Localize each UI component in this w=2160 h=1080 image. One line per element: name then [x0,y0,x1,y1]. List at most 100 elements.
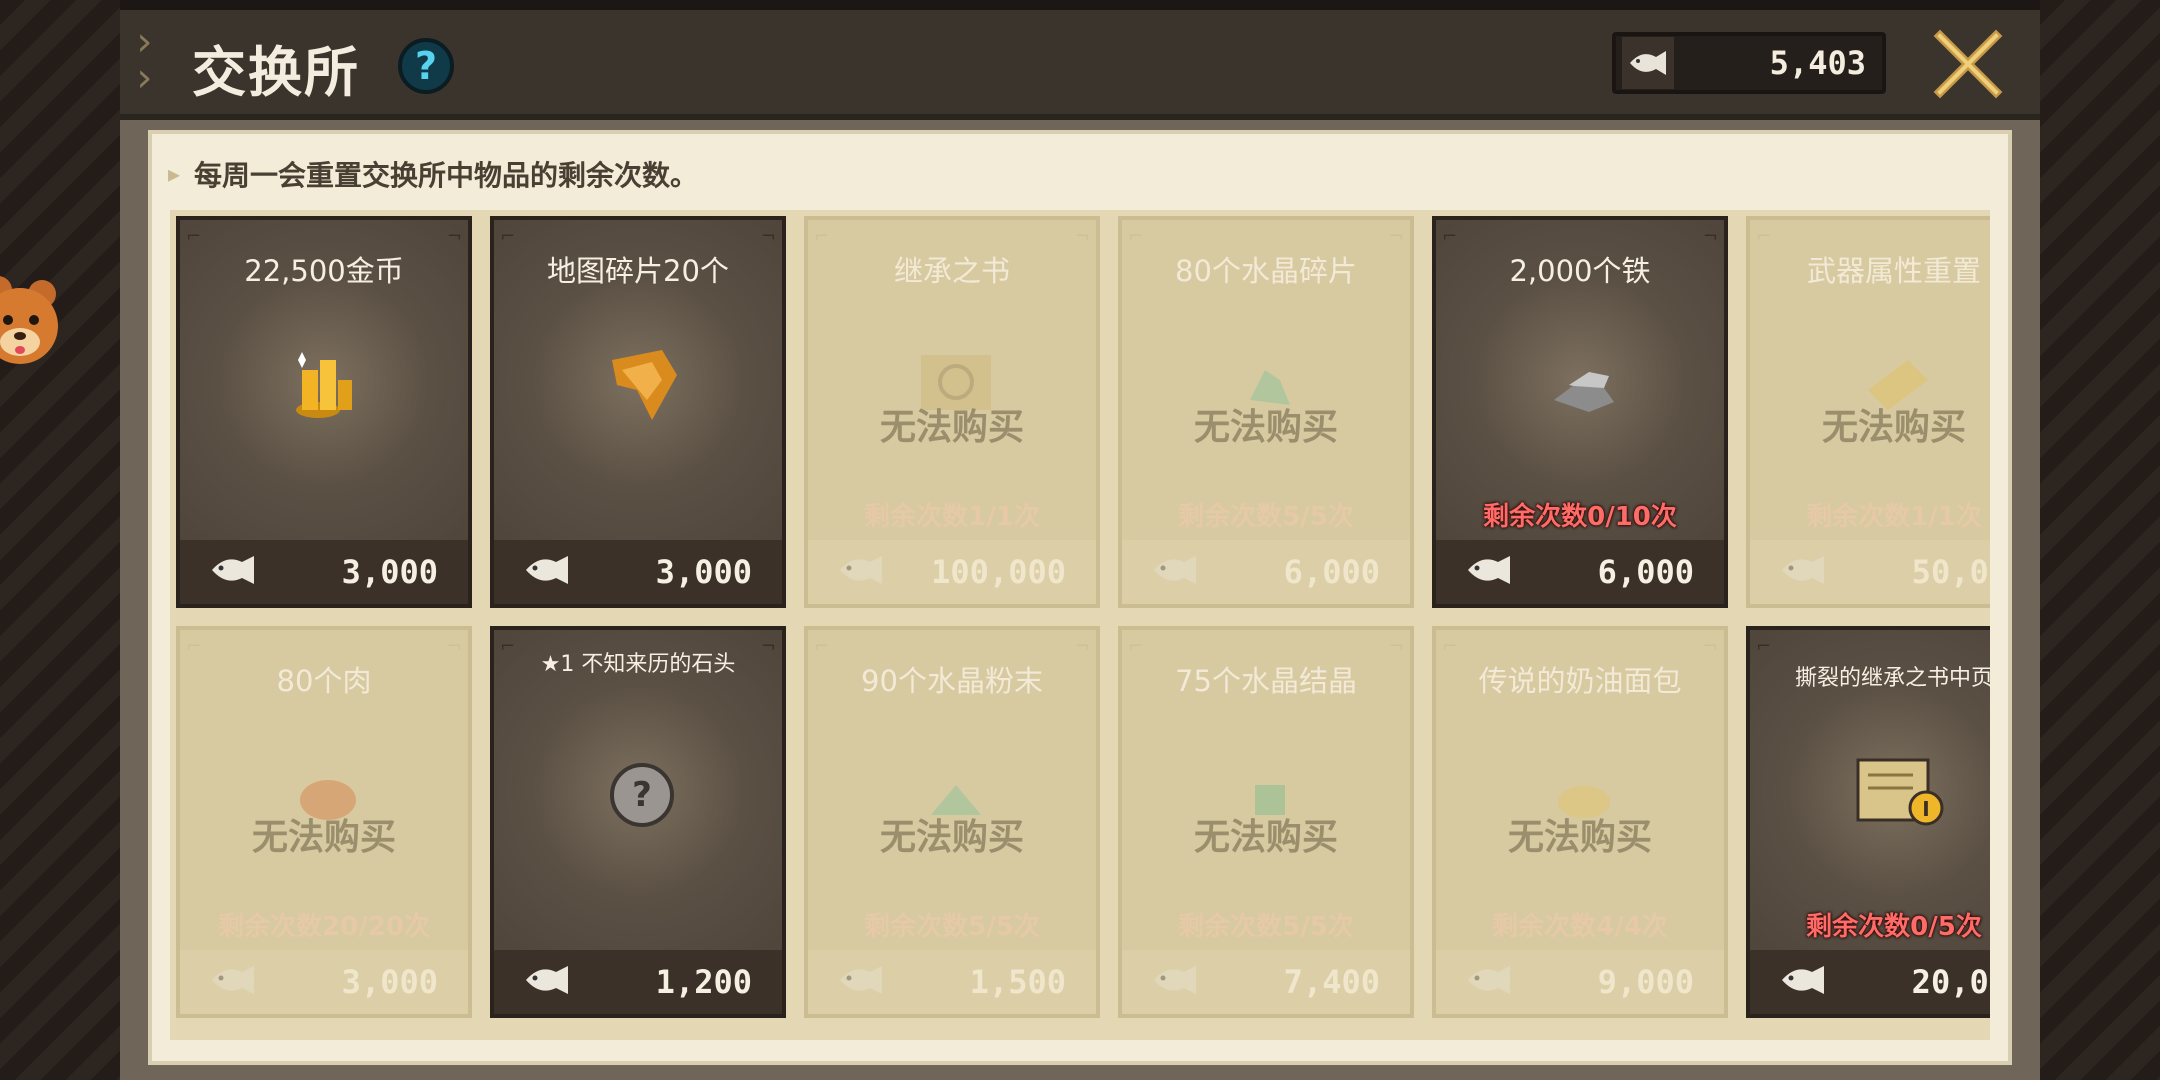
item-price: 1,200 [655,963,752,1001]
unavailable-label: 无法购买 [1193,817,1338,858]
exchange-item-card: ⌐ ¬ 75个水晶结晶无法购买剩余次数5/5次 7,400 [1118,626,1414,1018]
exchange-item-card: ⌐ ¬ 80个水晶碎片 无法购买 剩余次数5/5次 6,000 [1118,216,1414,608]
exchange-item-card[interactable]: ⌐¬撕裂的继承之书中页I剩余次数0/5次20,00 [1746,626,1990,1018]
corner-deco-icon: ⌐ [500,226,516,247]
remaining-count: 剩余次数4/4次 [1492,912,1668,942]
fish-icon [1622,37,1674,89]
close-icon[interactable] [1930,26,2006,102]
corner-deco-icon: ⌐ [186,226,202,247]
fish-icon [494,550,572,594]
item-title: 75个水晶结晶 [1175,664,1357,698]
exchange-item-card: ⌐ ¬ 90个水晶粉末 无法购买 剩余次数5/5次 1,500 [804,626,1100,1018]
fish-icon [180,550,258,594]
exchange-item-card[interactable]: ⌐ ¬ 22,500金币 3,000 [176,216,472,608]
price-bar[interactable]: 6,000 [1436,540,1724,604]
corner-deco-icon: ¬ [760,226,776,247]
item-price: 50,00 [1911,553,1990,591]
currency-display: 5,403 [1612,32,1886,94]
corner-deco-icon: ¬ [446,636,462,657]
corner-deco-icon: ¬ [1074,226,1090,247]
price-bar: 50,00 [1750,540,1990,604]
mystery-stone-icon: ? [592,740,692,840]
corner-deco-icon: ¬ [446,226,462,247]
right-decor-strip [2040,0,2160,1080]
corner-deco-icon: ¬ [1702,636,1718,657]
exchange-item-card: ⌐ ¬ 传说的奶油面包无法购买剩余次数4/4次 9,000 [1432,626,1728,1018]
remaining-count: 剩余次数1/1次 [1806,502,1982,532]
help-button[interactable]: ? [398,38,454,94]
fish-icon [808,960,886,1004]
corner-deco-icon: ⌐ [1128,636,1144,657]
corner-deco-icon: ⌐ [1442,226,1458,247]
corner-deco-icon: ⌐ [1756,226,1772,247]
iron-icon [1534,330,1634,430]
exchange-item-card[interactable]: ⌐ ¬ ★1 不知来历的石头? 1,200 [490,626,786,1018]
item-title: 继承之书 [893,254,1010,288]
weekly-reset-notice: ▸ 每周一会重置交换所中物品的剩余次数。 [168,154,698,194]
unavailable-label: 无法购买 [879,817,1024,858]
item-title: 武器属性重置 [1806,254,1981,288]
item-title: 撕裂的继承之书中页 [1794,666,1990,691]
exchange-item-card: ⌐ ¬ 继承之书 无法购买 剩余次数1/1次 100,000 [804,216,1100,608]
exchange-panel: › › 交换所 ? 5,403 ▸ 每周一会重置交换所中物品的剩余次数。 ⌐ ¬ 22… [120,10,2040,1080]
corner-deco-icon: ¬ [1074,636,1090,657]
header-chevron-icon: › › [132,19,157,101]
price-bar: 7,400 [1122,950,1410,1014]
exchange-item-card: ⌐¬武器属性重置无法购买剩余次数1/1次50,00 [1746,216,1990,608]
corner-deco-icon: ⌐ [1756,636,1772,657]
item-title: ★1 不知来历的石头 [540,652,736,677]
fish-icon [808,550,886,594]
corner-deco-icon: ⌐ [186,636,202,657]
remaining-count: 剩余次数5/5次 [1178,912,1354,942]
svg-text:I: I [1922,797,1929,821]
corner-deco-icon: ⌐ [814,226,830,247]
price-bar: 6,000 [1122,540,1410,604]
corner-deco-icon: ⌐ [814,636,830,657]
item-title: 地图碎片20个 [547,254,729,288]
exchange-item-card[interactable]: ⌐ ¬ 2,000个铁 剩余次数0/10次 6,000 [1432,216,1728,608]
fish-icon [1750,960,1828,1004]
item-price: 6,000 [1597,553,1694,591]
exchange-item-card: ⌐ ¬ 80个肉 无法购买 剩余次数20/20次 3,000 [176,626,472,1018]
item-price: 7,400 [1283,963,1380,1001]
item-price: 3,000 [341,553,438,591]
item-title: 22,500金币 [244,254,404,288]
item-title: 80个肉 [276,664,372,698]
price-bar[interactable]: 3,000 [180,540,468,604]
remaining-count: 剩余次数0/5次 [1806,912,1982,942]
fish-icon [1750,550,1828,594]
item-title: 80个水晶碎片 [1175,254,1357,288]
corner-deco-icon: ¬ [1388,226,1404,247]
corner-deco-icon: ¬ [1388,636,1404,657]
price-bar[interactable]: 1,200 [494,950,782,1014]
arrow-icon: ▸ [168,160,181,188]
torn-page-icon: I [1848,740,1948,840]
price-bar[interactable]: 3,000 [494,540,782,604]
remaining-count: 剩余次数0/10次 [1483,502,1677,532]
exchange-item-card[interactable]: ⌐ ¬ 地图碎片20个 3,000 [490,216,786,608]
remaining-count: 剩余次数20/20次 [218,912,430,942]
page-title: 交换所 [192,41,360,104]
unavailable-label: 无法购买 [1821,407,1966,448]
corner-deco-icon: ⌐ [1442,636,1458,657]
unavailable-label: 无法购买 [1507,817,1652,858]
price-bar: 100,000 [808,540,1096,604]
left-decor-strip [0,0,120,1080]
fish-icon [180,960,258,1004]
header-bar: › › 交换所 ? 5,403 [120,10,2040,120]
price-bar: 1,500 [808,950,1096,1014]
price-bar: 9,000 [1436,950,1724,1014]
item-price: 20,00 [1911,963,1990,1001]
item-price: 100,000 [931,553,1066,591]
unavailable-label: 无法购买 [1193,407,1338,448]
notice-text: 每周一会重置交换所中物品的剩余次数。 [194,159,699,192]
gold-coins-icon [278,330,378,430]
price-bar: 3,000 [180,950,468,1014]
price-bar[interactable]: 20,00 [1750,950,1990,1014]
item-title: 传说的奶油面包 [1478,664,1682,698]
fish-icon [1122,960,1200,1004]
bear-mascot-icon[interactable] [0,270,72,390]
fish-icon [494,960,572,1004]
fish-icon [1122,550,1200,594]
currency-amount: 5,403 [1769,44,1866,82]
